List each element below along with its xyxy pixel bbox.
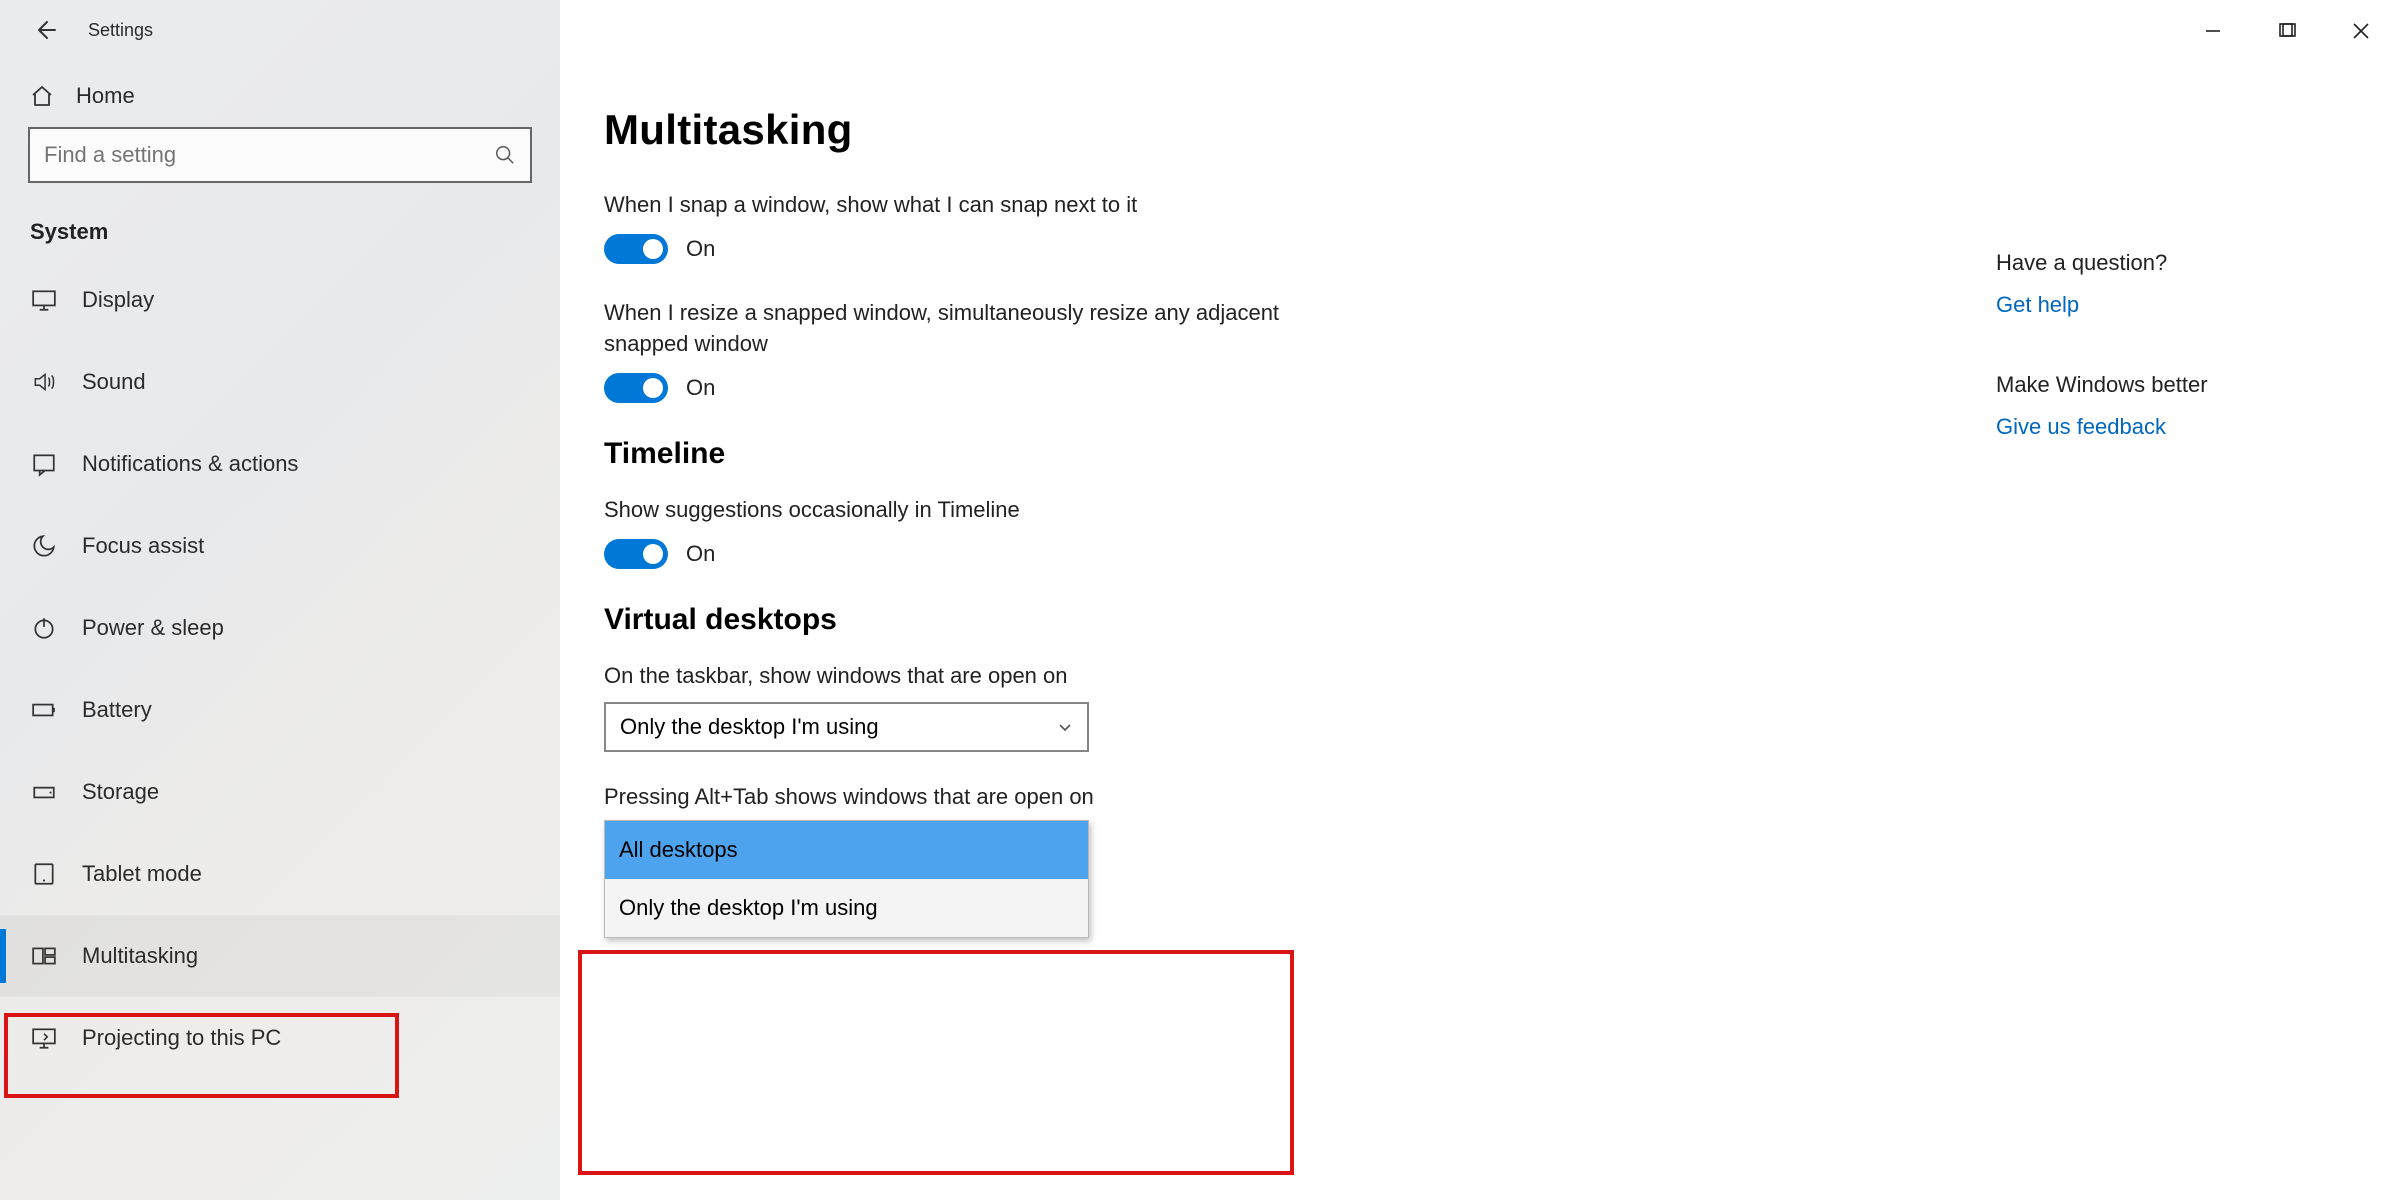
search-input-box[interactable] [28, 127, 532, 183]
sidebar-item-storage[interactable]: Storage [0, 751, 560, 833]
notify-icon [30, 451, 58, 477]
close-button[interactable] [2344, 16, 2378, 46]
sidebar-item-label: Battery [82, 697, 152, 723]
category-heading: System [0, 203, 560, 259]
sidebar-item-projecting-to-this-pc[interactable]: Projecting to this PC [0, 997, 560, 1079]
search-icon [494, 144, 516, 166]
focus-icon [30, 533, 58, 559]
sound-icon [30, 369, 58, 395]
search-input[interactable] [44, 142, 494, 168]
home-nav[interactable]: Home [0, 65, 560, 127]
vd-taskbar-desc: On the taskbar, show windows that are op… [604, 661, 1304, 691]
sidebar-item-label: Notifications & actions [82, 451, 298, 477]
snap-resize-desc: When I resize a snapped window, simultan… [604, 298, 1304, 359]
sidebar-item-label: Power & sleep [82, 615, 224, 641]
sidebar-item-display[interactable]: Display [0, 259, 560, 341]
display-icon [30, 287, 58, 313]
project-icon [30, 1025, 58, 1051]
app-title: Settings [88, 20, 153, 41]
sidebar-item-power-sleep[interactable]: Power & sleep [0, 587, 560, 669]
search-wrap [28, 127, 532, 183]
sidebar-item-label: Display [82, 287, 154, 313]
snap-assist-toggle[interactable] [604, 234, 668, 264]
get-help-link[interactable]: Get help [1996, 292, 2079, 318]
vd-taskbar-dropdown[interactable]: Only the desktop I'm using [604, 702, 1089, 752]
sidebar-item-focus-assist[interactable]: Focus assist [0, 505, 560, 587]
snap-resize-toggle[interactable] [604, 373, 668, 403]
snap-assist-desc: When I snap a window, show what I can sn… [604, 190, 1304, 220]
sidebar-item-label: Storage [82, 779, 159, 805]
home-icon [30, 84, 54, 108]
title-bar: Settings [0, 0, 560, 65]
right-rail: Have a question? Get help Make Windows b… [1996, 250, 2316, 494]
snap-resize-toggle-label: On [686, 375, 715, 401]
alttab-option-current[interactable]: Only the desktop I'm using [605, 879, 1088, 937]
power-icon [30, 615, 58, 641]
timeline-toggle-label: On [686, 541, 715, 567]
sidebar-item-battery[interactable]: Battery [0, 669, 560, 751]
nav-list: Display Sound Notifications & actions Focus… [0, 259, 560, 1079]
vd-alttab-desc: Pressing Alt+Tab shows windows that are … [604, 782, 1304, 812]
feedback-link[interactable]: Give us feedback [1996, 414, 2166, 440]
feedback-heading: Make Windows better [1996, 372, 2316, 398]
alttab-option-all[interactable]: All desktops [605, 821, 1088, 879]
home-label: Home [76, 83, 135, 109]
timeline-toggle-row: On [604, 539, 2400, 569]
chevron-down-icon [1057, 719, 1073, 735]
vd-alttab-dropdown-open[interactable]: All desktops Only the desktop I'm using [604, 820, 1089, 938]
window-controls [2196, 16, 2378, 46]
minimize-button[interactable] [2196, 16, 2230, 46]
virtual-desktops-heading: Virtual desktops [604, 603, 2400, 637]
sidebar: Settings Home System Display Sound Notific… [0, 0, 560, 1200]
sidebar-item-label: Projecting to this PC [82, 1025, 281, 1051]
sidebar-item-label: Multitasking [82, 943, 198, 969]
snap-assist-toggle-label: On [686, 236, 715, 262]
sidebar-item-multitasking[interactable]: Multitasking [0, 915, 560, 997]
highlight-box-main [578, 950, 1294, 1175]
multitask-icon [30, 943, 58, 969]
sidebar-item-label: Focus assist [82, 533, 204, 559]
sidebar-item-sound[interactable]: Sound [0, 341, 560, 423]
main-content: Multitasking When I snap a window, show … [560, 0, 2400, 1200]
timeline-toggle[interactable] [604, 539, 668, 569]
timeline-desc: Show suggestions occasionally in Timelin… [604, 495, 1304, 525]
storage-icon [30, 779, 58, 805]
back-button[interactable] [30, 15, 60, 45]
battery-icon [30, 697, 58, 723]
sidebar-item-label: Sound [82, 369, 146, 395]
vd-taskbar-value: Only the desktop I'm using [620, 714, 879, 740]
sidebar-item-tablet-mode[interactable]: Tablet mode [0, 833, 560, 915]
sidebar-item-label: Tablet mode [82, 861, 202, 887]
help-heading: Have a question? [1996, 250, 2316, 276]
tablet-icon [30, 861, 58, 887]
sidebar-item-notifications-actions[interactable]: Notifications & actions [0, 423, 560, 505]
maximize-button[interactable] [2270, 16, 2304, 46]
page-title: Multitasking [604, 106, 2400, 154]
